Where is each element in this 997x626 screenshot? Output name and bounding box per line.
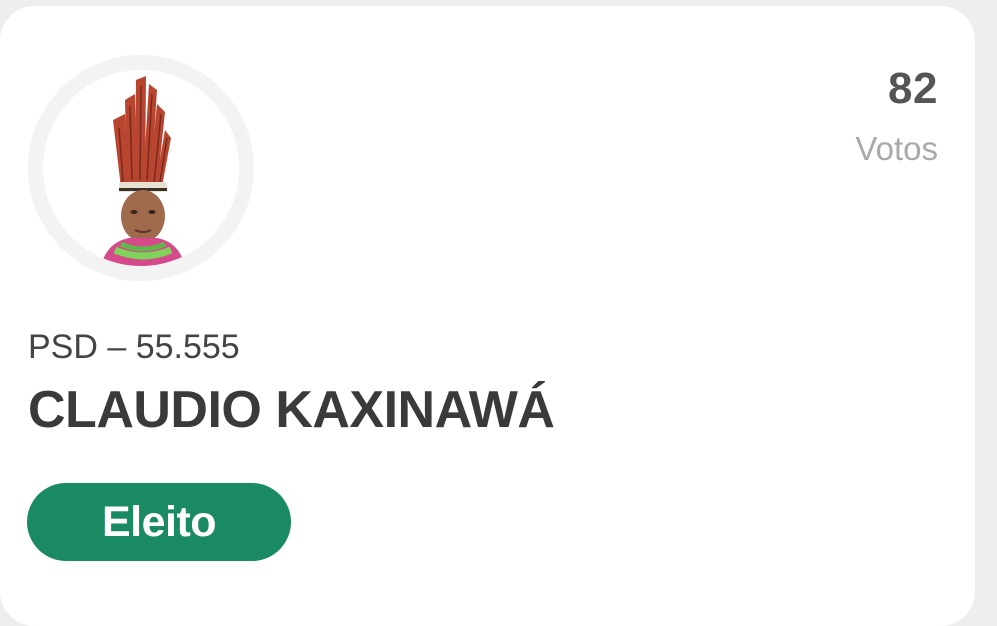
party-number: PSD – 55.555 <box>28 328 240 366</box>
avatar <box>28 55 254 281</box>
votes-count: 82 <box>888 64 938 113</box>
candidate-photo <box>43 70 239 266</box>
candidate-name: CLAUDIO KAXINAWÁ <box>28 381 555 439</box>
status-badge: Eleito <box>27 483 291 561</box>
candidate-card[interactable]: 82 Votos PSD – 55.555 CLAUDIO KAXINAWÁ E… <box>0 6 975 626</box>
votes-label: Votos <box>855 130 938 167</box>
